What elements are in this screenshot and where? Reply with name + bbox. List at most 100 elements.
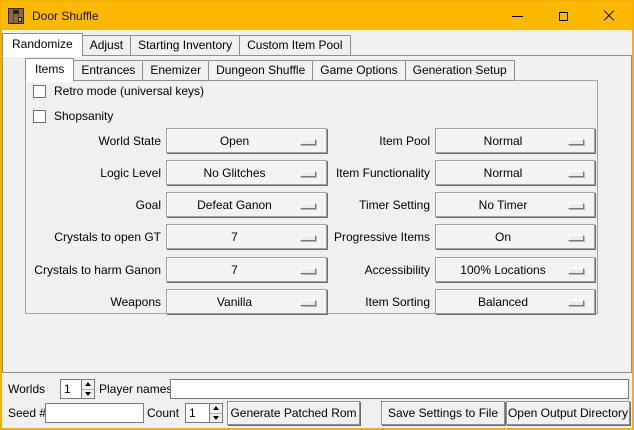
- shopsanity-checkbox[interactable]: [33, 110, 46, 123]
- count-spin-down-button[interactable]: [210, 413, 222, 423]
- tab-dungeon-shuffle[interactable]: Dungeon Shuffle: [208, 60, 313, 81]
- tab-entrances[interactable]: Entrances: [73, 60, 143, 81]
- worlds-spin-down-button[interactable]: [82, 389, 94, 399]
- shopsanity-label: Shopsanity: [54, 109, 113, 123]
- goal-dropdown[interactable]: Defeat Ganon: [166, 192, 327, 217]
- tab-starting-inventory[interactable]: Starting Inventory: [130, 35, 240, 56]
- dropdown-indicator-icon: [300, 171, 316, 177]
- generation-panel: Worlds 1 Player names Seed # Count 1 Gen…: [2, 373, 632, 428]
- crystals-ganon-label: Crystals to harm Ganon: [26, 257, 161, 283]
- crystals-gt-dropdown[interactable]: 7: [166, 224, 327, 249]
- item-sorting-label: Item Sorting: [320, 289, 430, 315]
- weapons-value: Vanilla: [217, 295, 276, 309]
- minimize-icon: [512, 16, 523, 17]
- arrow-down-icon: [85, 392, 91, 396]
- retro-mode-label: Retro mode (universal keys): [54, 84, 204, 98]
- dropdown-indicator-icon: [568, 171, 584, 177]
- item-functionality-label: Item Functionality: [320, 160, 430, 186]
- timer-setting-dropdown[interactable]: No Timer: [435, 192, 595, 217]
- logic-level-label: Logic Level: [26, 160, 161, 186]
- settings-row: Crystals to harm Ganon 7 Accessibility 1…: [2, 257, 634, 284]
- item-sorting-dropdown[interactable]: Balanced: [435, 289, 595, 314]
- crystals-gt-value: 7: [231, 230, 262, 244]
- count-spin-up-button[interactable]: [210, 404, 222, 413]
- count-spinner[interactable]: 1: [185, 403, 223, 423]
- dropdown-indicator-icon: [568, 268, 584, 274]
- tab-items[interactable]: Items: [25, 58, 74, 82]
- retro-mode-checkbox-row: Retro mode (universal keys): [33, 84, 204, 98]
- item-sorting-value: Balanced: [478, 295, 552, 309]
- tab-game-options[interactable]: Game Options: [312, 60, 405, 81]
- settings-row: World State Open Item Pool Normal: [2, 128, 634, 155]
- dropdown-indicator-icon: [568, 139, 584, 145]
- crystals-ganon-dropdown[interactable]: 7: [166, 257, 327, 282]
- seed-input[interactable]: [45, 403, 144, 423]
- settings-row: Logic Level No Glitches Item Functionali…: [2, 160, 634, 187]
- dropdown-indicator-icon: [568, 235, 584, 241]
- dropdown-indicator-icon: [300, 268, 316, 274]
- worlds-spinner[interactable]: 1: [60, 379, 95, 399]
- progressive-items-dropdown[interactable]: On: [435, 224, 595, 249]
- count-value: 1: [189, 406, 196, 420]
- item-functionality-value: Normal: [484, 166, 547, 180]
- logic-level-value: No Glitches: [203, 166, 289, 180]
- arrow-down-icon: [213, 416, 219, 420]
- arrow-up-icon: [213, 406, 219, 410]
- save-settings-button[interactable]: Save Settings to File: [381, 401, 505, 425]
- settings-row: Goal Defeat Ganon Timer Setting No Timer: [2, 192, 634, 219]
- item-functionality-dropdown[interactable]: Normal: [435, 160, 595, 185]
- world-state-label: World State: [26, 128, 161, 154]
- item-pool-value: Normal: [484, 134, 547, 148]
- sub-tab-bar: Items Entrances Enemizer Dungeon Shuffle…: [25, 57, 514, 81]
- goal-label: Goal: [26, 192, 161, 218]
- tab-custom-item-pool[interactable]: Custom Item Pool: [239, 35, 350, 56]
- world-state-value: Open: [220, 134, 273, 148]
- item-pool-label: Item Pool: [320, 128, 430, 154]
- maximize-icon: [559, 12, 568, 21]
- title-bar: Door Shuffle: [2, 2, 632, 30]
- dropdown-indicator-icon: [568, 203, 584, 209]
- door-shuffle-window: Door Shuffle Randomize Adjust Starting I…: [0, 0, 634, 430]
- progressive-items-label: Progressive Items: [320, 224, 430, 250]
- timer-setting-label: Timer Setting: [320, 192, 430, 218]
- worlds-value: 1: [64, 382, 71, 396]
- settings-row: Crystals to open GT 7 Progressive Items …: [2, 224, 634, 251]
- goal-value: Defeat Ganon: [197, 198, 296, 212]
- timer-setting-value: No Timer: [479, 198, 552, 212]
- seed-label: Seed #: [8, 406, 46, 420]
- main-tab-bar: Randomize Adjust Starting Inventory Cust…: [2, 32, 350, 56]
- player-names-input[interactable]: [170, 379, 629, 399]
- generate-patched-rom-button[interactable]: Generate Patched Rom: [227, 401, 360, 425]
- weapons-label: Weapons: [26, 289, 161, 315]
- arrow-up-icon: [85, 382, 91, 386]
- tab-adjust[interactable]: Adjust: [82, 35, 131, 56]
- door-icon: [8, 8, 24, 24]
- item-pool-dropdown[interactable]: Normal: [435, 128, 595, 153]
- logic-level-dropdown[interactable]: No Glitches: [166, 160, 327, 185]
- minimize-button[interactable]: [494, 2, 540, 30]
- crystals-gt-label: Crystals to open GT: [26, 224, 161, 250]
- player-names-label: Player names: [99, 382, 172, 396]
- tab-randomize[interactable]: Randomize: [2, 33, 83, 57]
- weapons-dropdown[interactable]: Vanilla: [166, 289, 327, 314]
- dropdown-indicator-icon: [568, 300, 584, 306]
- tab-generation-setup[interactable]: Generation Setup: [405, 60, 515, 81]
- dropdown-indicator-icon: [300, 139, 316, 145]
- retro-mode-checkbox[interactable]: [33, 85, 46, 98]
- settings-row: Weapons Vanilla Item Sorting Balanced: [2, 289, 634, 316]
- shopsanity-checkbox-row: Shopsanity: [33, 109, 113, 123]
- worlds-spin-up-button[interactable]: [82, 380, 94, 389]
- window-title: Door Shuffle: [32, 9, 99, 23]
- close-button[interactable]: [586, 2, 632, 30]
- dropdown-indicator-icon: [300, 300, 316, 306]
- tab-enemizer[interactable]: Enemizer: [142, 60, 209, 81]
- world-state-dropdown[interactable]: Open: [166, 128, 327, 153]
- crystals-ganon-value: 7: [231, 263, 262, 277]
- accessibility-value: 100% Locations: [460, 263, 569, 277]
- dropdown-indicator-icon: [300, 203, 316, 209]
- open-output-directory-button[interactable]: Open Output Directory: [506, 401, 630, 425]
- dropdown-indicator-icon: [300, 235, 316, 241]
- accessibility-dropdown[interactable]: 100% Locations: [435, 257, 595, 282]
- count-label: Count: [147, 406, 179, 420]
- maximize-button[interactable]: [540, 2, 586, 30]
